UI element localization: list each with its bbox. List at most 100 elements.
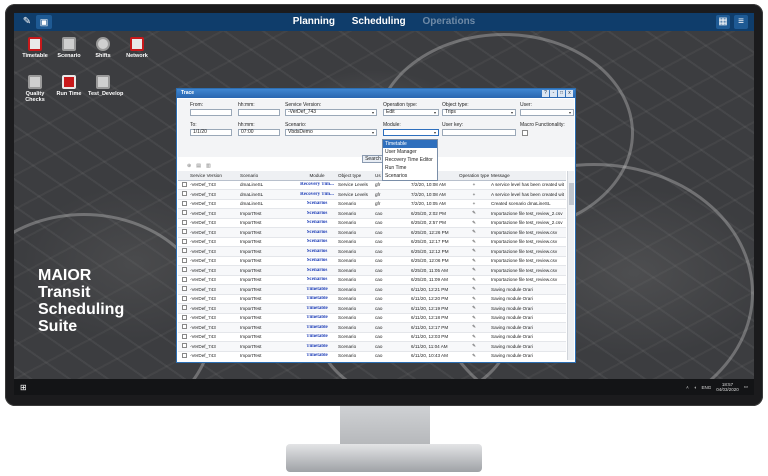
row-checkbox[interactable] xyxy=(178,286,188,292)
hamburger-icon[interactable]: ≡ xyxy=(734,15,748,29)
table-scrollbar[interactable] xyxy=(567,171,574,360)
header-service-version[interactable]: Service Version xyxy=(188,173,238,178)
clock[interactable]: 18:57 04/03/2020 xyxy=(716,382,739,392)
table-row[interactable]: -VerDef_743 ImportTest Timetable Scenario ca… xyxy=(178,295,566,304)
tray-arrow-icon[interactable]: ˄ xyxy=(686,385,689,390)
desktop-icon-quality-checks[interactable]: Quality Checks xyxy=(20,75,50,103)
desktop-icon-network[interactable]: Network xyxy=(122,37,152,59)
search-button[interactable]: Search xyxy=(362,155,384,163)
header-module[interactable]: Module xyxy=(296,173,336,178)
table-row[interactable]: -VerDef_743 ImportTest Scenarios Scenario ca… xyxy=(178,247,566,257)
row-checkbox[interactable] xyxy=(178,257,188,264)
row-checkbox[interactable] xyxy=(178,267,188,273)
speaker-icon[interactable]: ◖ xyxy=(694,385,697,390)
language-indicator[interactable]: ENG xyxy=(701,385,711,390)
table-row[interactable]: -VerDef_743 ImportTest Scenarios Scenario ca… xyxy=(178,219,566,228)
cell-date: 6/11/20, 12:21 PM xyxy=(411,286,449,292)
cell-module: Scenarios xyxy=(306,229,328,235)
table-row[interactable]: -VerDef_743 ImportTest Timetable Scenario ca… xyxy=(178,314,566,323)
desktop-icon-run-time[interactable]: Run Time xyxy=(54,75,84,97)
row-checkbox[interactable] xyxy=(178,238,188,245)
cell-service-version: -VerDef_743 xyxy=(190,296,216,302)
close-button[interactable]: x xyxy=(566,90,573,97)
object-type-select[interactable]: Trips ▾ xyxy=(442,109,516,116)
row-checkbox[interactable] xyxy=(178,276,188,283)
row-checkbox[interactable] xyxy=(178,305,188,311)
to-time-field[interactable]: 07:00 xyxy=(238,129,280,136)
tab-planning[interactable]: Planning xyxy=(293,16,335,27)
cell-service-version: -VerDef_743 xyxy=(190,324,216,330)
cell-object-type: Scenario xyxy=(338,324,357,330)
columns-icon[interactable]: ▥ xyxy=(206,163,211,169)
table-row[interactable]: -VerDef_743 ImportTest Timetable Scenario ca… xyxy=(178,323,566,333)
table-row[interactable]: -VerDef_743 ImportTest Scenarios Scenario ca… xyxy=(178,257,566,266)
row-checkbox[interactable] xyxy=(178,200,188,207)
help-button[interactable]: ? xyxy=(542,90,549,97)
operation-type-select[interactable]: Edit ▾ xyxy=(383,109,439,116)
table-row[interactable]: -VerDef_743 ImportTest Scenarios Scenario ca… xyxy=(178,209,566,219)
header-object-type[interactable]: Object type xyxy=(336,173,373,178)
tab-operations[interactable]: Operations xyxy=(422,16,475,27)
cell-user: cao xyxy=(375,286,383,292)
table-row[interactable]: -VerDef_743 ImportTest Timetable Scenario ca… xyxy=(178,304,566,314)
cell-operation-type: ✎ xyxy=(472,343,476,349)
menu-item-recovery-time-editor[interactable]: Recovery Time Editor xyxy=(383,156,437,164)
row-checkbox[interactable] xyxy=(178,229,188,235)
desktop-icon-test-develop[interactable]: Test_Develop xyxy=(88,75,123,97)
table-row[interactable]: -VerDef_743 dmaLineSL Scenarios Scenario gfr… xyxy=(178,200,566,209)
cell-service-version: -VerDef_743 xyxy=(190,267,216,273)
row-checkbox[interactable] xyxy=(178,343,188,349)
table-row[interactable]: -VerDef_743 ImportTest Timetable Scenario ca… xyxy=(178,352,566,361)
row-checkbox[interactable] xyxy=(178,191,188,197)
macro-checkbox[interactable] xyxy=(522,130,528,136)
notification-icon[interactable]: ▭ xyxy=(744,384,748,390)
row-checkbox[interactable] xyxy=(178,314,188,321)
module-select[interactable]: ▾ xyxy=(383,129,439,136)
export-icon[interactable]: ▤ xyxy=(196,163,201,169)
scrollbar-thumb[interactable] xyxy=(569,183,574,205)
table-row[interactable]: -VerDef_743 ImportTest Timetable Scenario ca… xyxy=(178,285,566,295)
row-checkbox[interactable] xyxy=(178,295,188,302)
menu-item-scenarios[interactable]: Scenarios xyxy=(383,172,437,180)
table-row[interactable]: -VerDef_743 ImportTest Scenarios Scenario ca… xyxy=(178,266,566,276)
desktop-icon-shifts[interactable]: Shifts xyxy=(88,37,118,59)
to-date-field[interactable]: 1/1/20 xyxy=(190,129,232,136)
header-scenario[interactable]: Scenario xyxy=(238,173,296,178)
maximize-button[interactable]: □ xyxy=(558,90,565,97)
scenario-select[interactable]: VbdsDemo ▾ xyxy=(285,129,377,136)
apps-grid-icon[interactable]: ▦ xyxy=(716,15,730,29)
menu-item-timetable[interactable]: Timetable xyxy=(383,140,437,148)
menu-item-run-time[interactable]: Run Time xyxy=(383,164,437,172)
header-message[interactable]: Message xyxy=(489,173,564,178)
table-row[interactable]: -VerDef_743 dmaLineSL Recovery Tim... Servi… xyxy=(178,190,566,200)
user-key-field[interactable] xyxy=(442,129,516,136)
minimize-button[interactable]: - xyxy=(550,90,557,97)
user-select[interactable]: ▾ xyxy=(520,109,574,116)
row-checkbox[interactable] xyxy=(178,219,188,226)
from-time-field[interactable] xyxy=(238,109,280,116)
menu-item-user-manager[interactable]: User Manager xyxy=(383,148,437,156)
windows-start-icon[interactable]: ⊞ xyxy=(20,383,27,392)
table-row[interactable]: -VerDef_743 ImportTest Scenarios Scenario ca… xyxy=(178,238,566,247)
row-checkbox[interactable] xyxy=(178,210,188,216)
table-row[interactable]: -VerDef_743 ImportTest Scenarios Scenario ca… xyxy=(178,276,566,285)
cell-operation-type: ✎ xyxy=(472,210,476,216)
row-checkbox[interactable] xyxy=(178,248,188,254)
desktop-icon-label: Network xyxy=(126,53,148,59)
add-icon[interactable]: ⊕ xyxy=(187,163,191,169)
row-checkbox[interactable] xyxy=(178,352,188,359)
cell-message: Importazione file test_review.csv xyxy=(491,229,558,235)
from-date-field[interactable] xyxy=(190,109,232,116)
row-checkbox[interactable] xyxy=(178,324,188,330)
table-row[interactable]: -VerDef_743 dmaLineSL Recovery Tim... Servi… xyxy=(178,181,566,190)
table-row[interactable]: -VerDef_743 ImportTest Timetable Scenario ca… xyxy=(178,333,566,342)
table-row[interactable]: -VerDef_743 ImportTest Scenarios Scenario ca… xyxy=(178,228,566,238)
service-version-select[interactable]: -VerDef_743 ▾ xyxy=(285,109,377,116)
table-row[interactable]: -VerDef_743 ImportTest Timetable Scenario ca… xyxy=(178,342,566,352)
tab-scheduling[interactable]: Scheduling xyxy=(352,16,406,27)
desktop-icon-scenario[interactable]: Scenario xyxy=(54,37,84,59)
row-checkbox[interactable] xyxy=(178,333,188,340)
desktop-icon-timetable[interactable]: Timetable xyxy=(20,37,50,59)
header-operation-type[interactable]: Operation type xyxy=(457,173,489,178)
row-checkbox[interactable] xyxy=(178,181,188,188)
